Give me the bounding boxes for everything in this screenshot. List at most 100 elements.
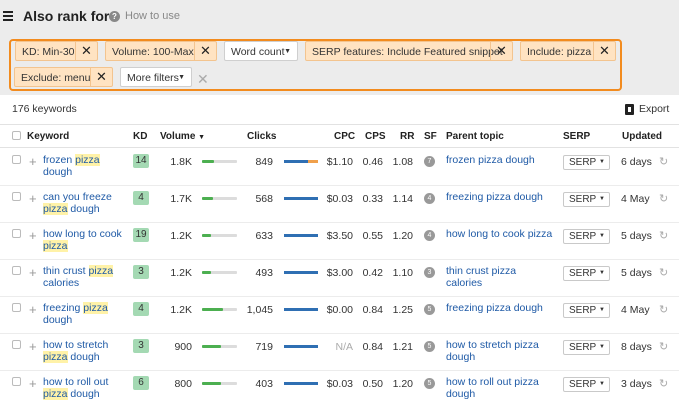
how-to-use-link[interactable]: ? How to use <box>109 10 180 22</box>
serp-dropdown[interactable]: SERP ▼ <box>563 266 610 281</box>
column-header-rr[interactable]: RR <box>400 131 414 142</box>
serp-features-count[interactable]: 3 <box>424 267 435 278</box>
row-checkbox[interactable] <box>12 340 21 349</box>
filter-chip-kd[interactable]: KD: Min-30 ✕ <box>15 41 98 61</box>
keyword-link[interactable]: can you freeze pizza dough <box>43 191 128 215</box>
serp-features-count[interactable]: 5 <box>424 378 435 389</box>
updated-value: 8 days <box>621 341 652 353</box>
column-header-cpc[interactable]: CPC <box>334 131 355 142</box>
row-checkbox[interactable] <box>12 303 21 312</box>
kd-badge: 4 <box>133 302 149 316</box>
serp-features-count[interactable]: 4 <box>424 193 435 204</box>
close-icon[interactable]: ✕ <box>90 68 112 86</box>
filter-chip-label: More filters <box>127 72 179 84</box>
serp-features-count[interactable]: 5 <box>424 304 435 315</box>
keyword-link[interactable]: frozen pizza dough <box>43 154 128 178</box>
select-all-checkbox[interactable] <box>12 131 21 140</box>
close-icon[interactable]: ✕ <box>194 42 216 60</box>
table-row: + frozen pizza dough 14 1.8K 849 $1.10 0.46 1.08… <box>0 149 679 186</box>
plus-icon[interactable]: + <box>29 228 37 243</box>
column-header-clicks[interactable]: Clicks <box>247 131 276 142</box>
more-filters-button[interactable]: More filters ▼ <box>120 67 192 87</box>
how-to-use-label: How to use <box>125 10 181 22</box>
row-checkbox[interactable] <box>12 266 21 275</box>
parent-topic-link[interactable]: thin crust pizza calories <box>446 265 554 289</box>
serp-features-count[interactable]: 5 <box>424 341 435 352</box>
export-button[interactable]: Export <box>625 103 669 115</box>
cps-value: 0.84 <box>362 304 383 316</box>
serp-dropdown[interactable]: SERP ▼ <box>563 340 610 355</box>
row-checkbox[interactable] <box>12 192 21 201</box>
keyword-link[interactable]: how to roll out pizza dough <box>43 376 128 400</box>
close-icon[interactable]: ✕ <box>593 42 615 60</box>
keyword-link[interactable]: how long to cook pizza <box>43 228 128 252</box>
column-header-parent-topic[interactable]: Parent topic <box>446 131 504 142</box>
refresh-icon[interactable]: ↻ <box>659 266 668 279</box>
keyword-link[interactable]: how to stretch pizza dough <box>43 339 128 363</box>
rr-value: 1.20 <box>392 378 413 390</box>
keyword-highlight: pizza <box>43 240 68 252</box>
plus-icon[interactable]: + <box>29 154 37 169</box>
column-header-sf[interactable]: SF <box>424 131 437 142</box>
serp-dropdown[interactable]: SERP ▼ <box>563 155 610 170</box>
parent-topic-link[interactable]: how long to cook pizza <box>446 228 554 240</box>
row-checkbox[interactable] <box>12 377 21 386</box>
keyword-text: how to roll out <box>43 376 109 388</box>
serp-dropdown[interactable]: SERP ▼ <box>563 377 610 392</box>
serp-features-count[interactable]: 4 <box>424 230 435 241</box>
table-row: + how long to cook pizza 19 1.2K 633 $3.50 0.55… <box>0 223 679 260</box>
refresh-icon[interactable]: ↻ <box>659 192 668 205</box>
column-header-kd[interactable]: KD <box>133 131 147 142</box>
refresh-icon[interactable]: ↻ <box>659 303 668 316</box>
plus-icon[interactable]: + <box>29 339 37 354</box>
close-icon[interactable]: ✕ <box>490 42 512 60</box>
keyword-link[interactable]: freezing pizza dough <box>43 302 128 326</box>
clicks-distribution-bar <box>284 160 318 163</box>
refresh-icon[interactable]: ↻ <box>659 155 668 168</box>
refresh-icon[interactable]: ↻ <box>659 229 668 242</box>
plus-icon[interactable]: + <box>29 191 37 206</box>
serp-label: SERP <box>569 305 597 316</box>
parent-topic-link[interactable]: how to stretch pizza dough <box>446 339 554 363</box>
plus-icon[interactable]: + <box>29 302 37 317</box>
filter-chip-serp-features[interactable]: SERP features: Include Featured snippet … <box>305 41 513 61</box>
column-header-volume[interactable]: Volume ▼ <box>160 131 205 142</box>
column-header-cps[interactable]: CPS <box>365 131 386 142</box>
column-header-updated[interactable]: Updated <box>622 131 662 142</box>
serp-features-count[interactable]: 7 <box>424 156 435 167</box>
export-icon <box>625 103 634 115</box>
updated-value: 5 days <box>621 267 652 279</box>
column-header-serp[interactable]: SERP <box>563 131 590 142</box>
keyword-link[interactable]: thin crust pizza calories <box>43 265 128 289</box>
serp-dropdown[interactable]: SERP ▼ <box>563 229 610 244</box>
volume-trend-bar <box>202 382 237 385</box>
plus-icon[interactable]: + <box>29 376 37 391</box>
plus-icon[interactable]: + <box>29 265 37 280</box>
clicks-distribution-bar <box>284 271 318 274</box>
filter-chip-exclude[interactable]: Exclude: menu ✕ <box>14 67 113 87</box>
filter-chip-volume[interactable]: Volume: 100-Max ✕ <box>105 41 217 61</box>
hamburger-icon[interactable] <box>3 11 13 21</box>
parent-topic-link[interactable]: frozen pizza dough <box>446 154 554 166</box>
parent-topic-link[interactable]: how to roll out pizza dough <box>446 376 554 400</box>
column-header-keyword[interactable]: Keyword <box>27 131 69 142</box>
volume-value: 1.2K <box>170 267 192 279</box>
refresh-icon[interactable]: ↻ <box>659 377 668 390</box>
close-icon[interactable]: ✕ <box>75 42 97 60</box>
kd-badge: 19 <box>133 228 149 242</box>
table-row: + can you freeze pizza dough 4 1.7K 568 $0.03 0… <box>0 186 679 223</box>
question-circle-icon: ? <box>109 10 120 22</box>
filter-chip-include[interactable]: Include: pizza ✕ <box>520 41 616 61</box>
serp-dropdown[interactable]: SERP ▼ <box>563 303 610 318</box>
parent-topic-link[interactable]: freezing pizza dough <box>446 191 554 203</box>
table-row: + how to stretch pizza dough 3 900 719 N/A 0.84… <box>0 334 679 371</box>
serp-dropdown[interactable]: SERP ▼ <box>563 192 610 207</box>
row-checkbox[interactable] <box>12 155 21 164</box>
row-checkbox[interactable] <box>12 229 21 238</box>
refresh-icon[interactable]: ↻ <box>659 340 668 353</box>
parent-topic-link[interactable]: freezing pizza dough <box>446 302 554 314</box>
clear-filters-icon[interactable]: ✕ <box>197 71 209 88</box>
filter-dropdown-word-count[interactable]: Word count ▼ <box>224 41 298 61</box>
cps-value: 0.55 <box>362 230 383 242</box>
caret-down-icon: ▼ <box>599 381 605 387</box>
